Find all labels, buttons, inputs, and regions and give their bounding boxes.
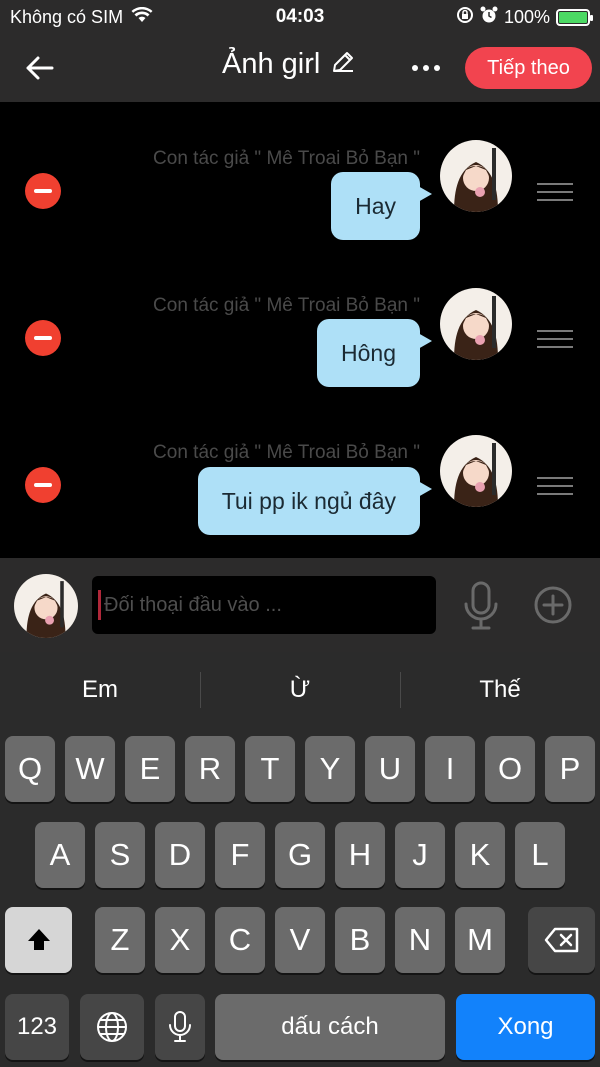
key-d[interactable]: D	[155, 822, 205, 888]
edit-title-button[interactable]	[330, 49, 356, 80]
speaker-avatar[interactable]	[14, 574, 78, 638]
suggestion[interactable]: Em	[0, 670, 200, 710]
carrier-label: Không có SIM	[10, 6, 124, 27]
key-r[interactable]: R	[185, 736, 235, 802]
key-n[interactable]: N	[395, 907, 445, 973]
avatar[interactable]	[440, 288, 512, 360]
backspace-icon	[544, 927, 578, 953]
next-button[interactable]: Tiếp theo	[465, 47, 592, 89]
alarm-icon	[480, 6, 498, 29]
wifi-icon	[131, 6, 153, 28]
key-m[interactable]: M	[455, 907, 505, 973]
key-s[interactable]: S	[95, 822, 145, 888]
key-u[interactable]: U	[365, 736, 415, 802]
remove-message-button[interactable]	[25, 320, 61, 356]
text-cursor	[98, 590, 101, 620]
key-v[interactable]: V	[275, 907, 325, 973]
plus-circle-icon	[534, 586, 572, 624]
globe-icon	[97, 1012, 127, 1042]
message-author: Con tác giả " Mê Troai Bỏ Bạn "	[153, 295, 420, 316]
chat-list: Con tác giả " Mê Troai Bỏ Bạn " Hay Con …	[0, 102, 600, 558]
message-bubble[interactable]: Hay	[331, 172, 432, 240]
message-row: Con tác giả " Mê Troai Bỏ Bạn " Tui pp i…	[0, 429, 600, 559]
key-z[interactable]: Z	[95, 907, 145, 973]
drag-handle[interactable]	[537, 330, 573, 348]
space-key[interactable]: dấu cách	[215, 994, 445, 1060]
key-y[interactable]: Y	[305, 736, 355, 802]
keyboard: Em Ừ Thế QWERTYUIOPASDFGHJKLZXCVBNM 123 …	[0, 652, 600, 1067]
key-x[interactable]: X	[155, 907, 205, 973]
message-author: Con tác giả " Mê Troai Bỏ Bạn "	[153, 442, 420, 463]
avatar[interactable]	[440, 435, 512, 507]
microphone-icon	[464, 581, 498, 630]
key-f[interactable]: F	[215, 822, 265, 888]
message-row: Con tác giả " Mê Troai Bỏ Bạn " Hông	[0, 282, 600, 412]
title-group: Ảnh girl	[222, 48, 356, 81]
key-h[interactable]: H	[335, 822, 385, 888]
avatar[interactable]	[440, 140, 512, 212]
numbers-key[interactable]: 123	[5, 994, 69, 1060]
remove-message-button[interactable]	[25, 173, 61, 209]
status-bar: Không có SIM 04:03 100%	[0, 0, 600, 34]
key-p[interactable]: P	[545, 736, 595, 802]
key-o[interactable]: O	[485, 736, 535, 802]
key-k[interactable]: K	[455, 822, 505, 888]
battery-icon	[556, 8, 593, 26]
dictation-key[interactable]	[155, 994, 205, 1060]
composer	[0, 558, 600, 652]
message-author: Con tác giả " Mê Troai Bỏ Bạn "	[153, 148, 420, 169]
key-t[interactable]: T	[245, 736, 295, 802]
drag-handle[interactable]	[537, 183, 573, 201]
key-g[interactable]: G	[275, 822, 325, 888]
drag-handle[interactable]	[537, 477, 573, 495]
microphone-icon	[169, 1011, 191, 1042]
suggestion[interactable]: Ừ	[200, 670, 400, 710]
battery-percent: 100%	[503, 6, 550, 27]
remove-message-button[interactable]	[25, 467, 61, 503]
key-a[interactable]: A	[35, 822, 85, 888]
done-key[interactable]: Xong	[456, 994, 595, 1060]
more-options-button[interactable]	[404, 50, 448, 86]
key-j[interactable]: J	[395, 822, 445, 888]
globe-key[interactable]	[80, 994, 144, 1060]
key-l[interactable]: L	[515, 822, 565, 888]
add-button[interactable]	[533, 585, 573, 625]
key-q[interactable]: Q	[5, 736, 55, 802]
key-b[interactable]: B	[335, 907, 385, 973]
shift-key[interactable]	[5, 907, 72, 973]
app-header: Ảnh girl Tiếp theo	[0, 34, 600, 102]
key-e[interactable]: E	[125, 736, 175, 802]
key-w[interactable]: W	[65, 736, 115, 802]
voice-input-button[interactable]	[462, 580, 500, 632]
pencil-icon	[333, 52, 354, 72]
dot-icon	[423, 65, 429, 71]
back-arrow-icon	[26, 56, 54, 80]
key-i[interactable]: I	[425, 736, 475, 802]
rotation-lock-icon	[456, 6, 474, 29]
backspace-key[interactable]	[528, 907, 595, 973]
suggestion-bar: Em Ừ Thế	[0, 652, 600, 728]
back-button[interactable]	[22, 50, 58, 86]
message-bubble[interactable]: Tui pp ik ngủ đây	[197, 467, 433, 535]
dialogue-input[interactable]	[92, 576, 436, 634]
dot-icon	[434, 65, 440, 71]
suggestion[interactable]: Thế	[400, 670, 600, 710]
key-c[interactable]: C	[215, 907, 265, 973]
page-title: Ảnh girl	[222, 48, 321, 80]
dot-icon	[412, 65, 418, 71]
message-row: Con tác giả " Mê Troai Bỏ Bạn " Hay	[0, 134, 600, 264]
shift-icon	[27, 929, 50, 950]
message-bubble[interactable]: Hông	[317, 319, 432, 387]
